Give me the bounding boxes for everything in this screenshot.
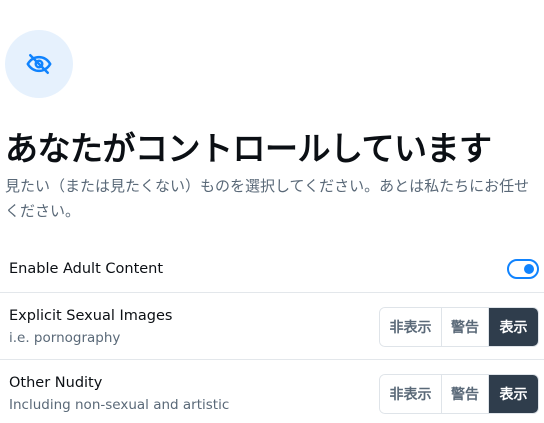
explicit-images-selector: 非表示 警告 表示 [379, 307, 539, 347]
other-nudity-row: Other Nudity Including non-sexual and ar… [0, 360, 544, 423]
other-nudity-description: Including non-sexual and artistic [9, 397, 230, 413]
eye-slash-icon [26, 54, 52, 74]
page-subtitle: 見たい（または見たくない）ものを選択してください。あとは私たちにお任せください。 [5, 177, 530, 220]
other-nudity-selector: 非表示 警告 表示 [379, 374, 539, 414]
eye-slash-icon-badge [5, 30, 73, 98]
nudity-show-button[interactable]: 表示 [489, 375, 538, 413]
page-title: あなたがコントロールしています [5, 129, 492, 168]
explicit-images-row: Explicit Sexual Images i.e. pornography … [0, 293, 544, 360]
other-nudity-label: Other Nudity [9, 375, 103, 391]
explicit-warn-button[interactable]: 警告 [442, 308, 489, 346]
explicit-images-description: i.e. pornography [9, 330, 121, 346]
explicit-images-label: Explicit Sexual Images [9, 308, 173, 324]
nudity-warn-button[interactable]: 警告 [442, 375, 489, 413]
adult-content-label: Enable Adult Content [9, 261, 164, 277]
toggle-knob [524, 264, 534, 274]
adult-content-toggle[interactable] [507, 259, 539, 279]
nudity-hide-button[interactable]: 非表示 [380, 375, 442, 413]
explicit-hide-button[interactable]: 非表示 [380, 308, 442, 346]
explicit-show-button[interactable]: 表示 [489, 308, 538, 346]
adult-content-row: Enable Adult Content [0, 250, 544, 293]
